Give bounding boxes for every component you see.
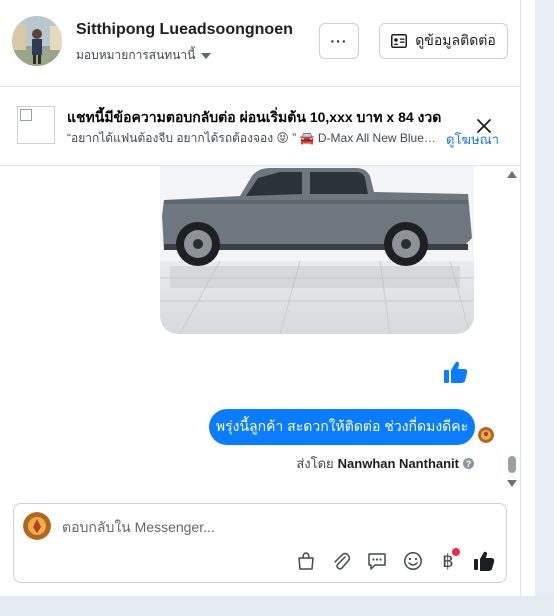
ad-title: แชทนี้มีข้อความตอบกลับต่อ ผ่อนเริ่มต้น 1… [67, 109, 442, 125]
ad-reply-banner: แชทนี้มีข้อความตอบกลับต่อ ผ่อนเริ่มต้น 1… [0, 87, 520, 166]
payment-icon[interactable]: ฿ [437, 548, 460, 572]
paperclip-icon[interactable] [330, 550, 352, 572]
message-text: พรุ่งนี้ลูกค้า สะดวกให้ติดต่อ ช่วงกี่ดมง… [215, 418, 469, 434]
info-icon[interactable]: ? [463, 458, 474, 469]
notification-dot [452, 548, 460, 556]
message-thread: พรุ่งนี้ลูกค้า สะดวกให้ติดต่อ ช่วงกี่ดมง… [0, 166, 520, 496]
contact-card-icon [391, 34, 408, 48]
conversation-header: Sitthipong Lueadsoongnoen มอบหมายการสนทน… [0, 0, 520, 87]
page-avatar [23, 512, 51, 540]
caret-down-icon [201, 52, 212, 59]
scroll-down-arrow[interactable] [507, 480, 517, 487]
shopping-bag-icon[interactable] [295, 550, 317, 572]
like-icon [474, 551, 495, 571]
view-contact-button[interactable]: ดูข้อมูลติดต่อ [379, 23, 508, 59]
assign-conversation[interactable]: มอบหมายการสนทนานี้ [76, 46, 212, 65]
message-bubble[interactable]: พรุ่งนี้ลูกค้า สะดวกให้ติดต่อ ช่วงกี่ดมง… [209, 409, 475, 445]
ad-subtitle: “อยากได้แฟนต้องจีบ อยากได้รถต้องจอง 😝 ” … [67, 131, 437, 145]
scroll-up-arrow[interactable] [507, 171, 517, 178]
more-button[interactable]: ··· [319, 23, 359, 59]
sent-by-name: Nanwhan Nanthanit [337, 456, 459, 471]
like-icon [444, 361, 468, 383]
car-photo-attachment[interactable] [160, 166, 474, 334]
sent-by-prefix: ส่งโดย [296, 456, 334, 471]
close-icon[interactable] [473, 115, 495, 137]
saved-replies-icon[interactable] [366, 550, 388, 572]
reply-composer: ฿ [13, 503, 507, 583]
emoji-icon[interactable] [402, 550, 424, 572]
window-edge [520, 0, 554, 616]
contact-avatar[interactable] [12, 16, 62, 66]
ad-thumbnail [17, 106, 55, 144]
reply-input[interactable] [62, 516, 482, 538]
view-contact-label: ดูข้อมูลติดต่อ [415, 32, 496, 48]
sent-by-label: ส่งโดย Nanwhan Nanthanit ? [296, 453, 474, 474]
contact-name: Sitthipong Lueadsoongnoen [76, 21, 293, 38]
scrollbar-thumb[interactable] [508, 456, 516, 473]
send-like-button[interactable] [473, 550, 495, 572]
assign-label: มอบหมายการสนทนานี้ [76, 48, 196, 62]
more-icon: ··· [330, 33, 348, 49]
sender-avatar [478, 427, 494, 443]
messenger-panel: Sitthipong Lueadsoongnoen มอบหมายการสนทน… [0, 0, 520, 616]
window-bottom-edge [0, 596, 554, 616]
